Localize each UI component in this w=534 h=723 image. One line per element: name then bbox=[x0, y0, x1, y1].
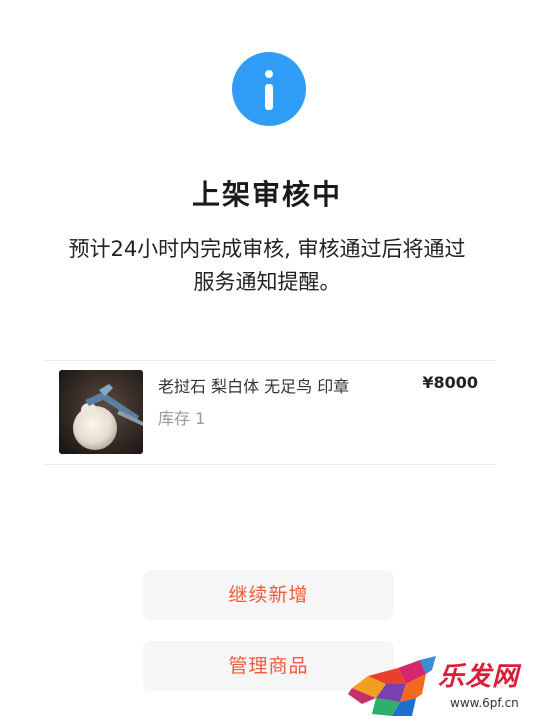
watermark-url: www.6pf.cn bbox=[450, 696, 519, 710]
product-item[interactable]: 老挝石 梨白体 无足鸟 印章 库存 1 ¥8000 bbox=[44, 361, 496, 464]
product-price: ¥8000 bbox=[422, 373, 478, 392]
watermark: 乐发网 www.6pf.cn bbox=[346, 654, 532, 720]
continue-add-button[interactable]: 继续新增 bbox=[143, 570, 394, 620]
status-message: 预计24小时内完成审核, 审核通过后将通过 服务通知提醒。 bbox=[50, 233, 484, 299]
status-message-line-2: 服务通知提醒。 bbox=[193, 270, 341, 294]
divider-bottom bbox=[44, 464, 496, 465]
review-status-page: 上架审核中 预计24小时内完成审核, 审核通过后将通过 服务通知提醒。 老挝石 … bbox=[0, 0, 534, 723]
product-name: 老挝石 梨白体 无足鸟 印章 bbox=[158, 377, 350, 396]
status-message-line-1: 预计24小时内完成审核, 审核通过后将通过 bbox=[68, 237, 466, 261]
info-icon-stem bbox=[265, 84, 273, 110]
product-stock: 库存 1 bbox=[158, 409, 206, 428]
watermark-brand: 乐发网 bbox=[438, 662, 520, 692]
product-thumbnail bbox=[59, 370, 143, 454]
watermark-logo bbox=[348, 656, 436, 716]
info-icon bbox=[232, 52, 306, 126]
info-icon-dot bbox=[265, 70, 273, 78]
page-title: 上架审核中 bbox=[191, 178, 342, 211]
